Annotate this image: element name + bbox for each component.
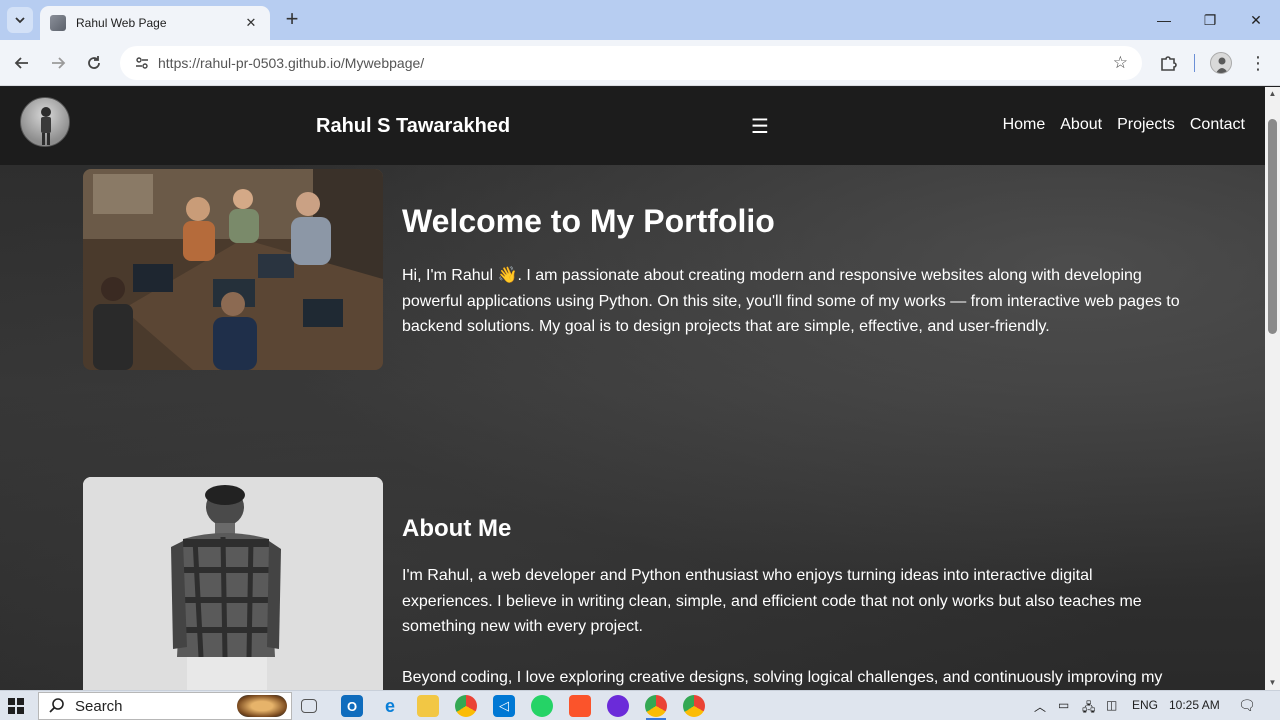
chevron-down-icon	[15, 17, 25, 24]
nav-link-about[interactable]: About	[1060, 116, 1102, 134]
site-nav: Home About Projects Contact	[1003, 116, 1245, 134]
nav-link-contact[interactable]: Contact	[1190, 116, 1245, 134]
network-icon[interactable]: 🖧	[1082, 698, 1095, 719]
toolbar-divider	[1194, 54, 1195, 72]
active-tab[interactable]: Rahul Web Page ✕	[40, 6, 270, 40]
new-tab-button[interactable]: +	[280, 8, 304, 32]
reload-icon	[88, 56, 100, 69]
search-highlight-image	[237, 695, 287, 717]
browser-menu-icon[interactable]: ⋮	[1248, 52, 1268, 74]
tab-favicon-icon	[50, 15, 66, 31]
language-indicator[interactable]: ENG	[1132, 698, 1158, 712]
volume-icon[interactable]: ◫	[1106, 698, 1117, 712]
whatsapp-icon[interactable]	[531, 695, 553, 717]
url-path: /Mywebpage/	[340, 55, 425, 71]
address-bar[interactable]: https://rahul-pr-0503.github.io/Mywebpag…	[120, 46, 1142, 80]
hamburger-menu-icon[interactable]: ☰	[751, 114, 769, 139]
brave-icon[interactable]	[569, 695, 591, 717]
site-header: Rahul S Tawarakhed ☰ Home About Projects…	[0, 87, 1265, 165]
task-view-icon[interactable]	[301, 699, 317, 713]
restore-button[interactable]: ❐	[1187, 0, 1233, 40]
browser-tab-strip: Rahul Web Page ✕ + — ❐ ✕	[0, 0, 1280, 40]
chrome-profile-icon[interactable]	[645, 695, 667, 717]
site-info-icon[interactable]	[132, 53, 152, 73]
scrollbar-thumb[interactable]	[1268, 119, 1277, 334]
windows-taskbar: Search O e ◁ ︿ ▭ 🖧 ◫ ENG 10:25 AM 🗨	[0, 690, 1280, 720]
hero-text: Hi, I'm Rahul 👋. I am passionate about c…	[402, 267, 1180, 336]
chrome-second-icon[interactable]	[683, 695, 705, 717]
tab-title: Rahul Web Page	[76, 16, 167, 30]
page-viewport: Rahul S Tawarakhed ☰ Home About Projects…	[0, 87, 1265, 690]
profile-avatar-icon[interactable]	[1210, 52, 1232, 74]
file-explorer-icon[interactable]	[417, 695, 439, 717]
forward-button[interactable]	[44, 49, 72, 77]
browser-toolbar: https://rahul-pr-0503.github.io/Mywebpag…	[0, 40, 1280, 86]
nav-link-home[interactable]: Home	[1003, 116, 1046, 134]
scroll-up-icon[interactable]: ▲	[1268, 89, 1277, 99]
windows-start-icon[interactable]	[8, 698, 24, 714]
page-scrollbar[interactable]: ▲ ▼	[1265, 87, 1280, 690]
arrow-left-icon	[14, 57, 28, 69]
github-desktop-icon[interactable]	[607, 695, 629, 717]
url-text: https://rahul-pr-0503.github.io/Mywebpag…	[158, 55, 424, 71]
edge-icon[interactable]: e	[379, 695, 401, 717]
about-paragraph-1: I'm Rahul, a web developer and Python en…	[402, 567, 1142, 636]
nav-link-projects[interactable]: Projects	[1117, 116, 1175, 134]
tab-search-button[interactable]	[7, 7, 33, 33]
taskbar-search-label: Search	[75, 697, 123, 715]
extensions-icon[interactable]	[1158, 52, 1180, 74]
minimize-button[interactable]: —	[1141, 0, 1187, 40]
hero-title: Welcome to My Portfolio	[402, 203, 775, 239]
chrome-icon[interactable]	[455, 695, 477, 717]
about-paragraph-2: Beyond coding, I love exploring creative…	[402, 669, 1163, 686]
hero-image	[83, 169, 383, 370]
tray-overflow-icon[interactable]: ︿	[1034, 698, 1046, 715]
back-button[interactable]	[8, 49, 36, 77]
url-host: https://rahul-pr-0503.github.io	[158, 55, 341, 71]
arrow-right-icon	[52, 57, 66, 69]
battery-icon[interactable]: ▭	[1058, 698, 1069, 712]
about-image	[83, 477, 383, 690]
tab-close-icon[interactable]: ✕	[242, 15, 260, 31]
site-name: Rahul S Tawarakhed	[316, 115, 511, 137]
vscode-icon[interactable]: ◁	[493, 695, 515, 717]
about-title: About Me	[402, 515, 512, 542]
notification-icon[interactable]: 🗨	[1238, 697, 1256, 714]
reload-button[interactable]	[80, 49, 108, 77]
taskbar-search[interactable]: Search	[38, 692, 292, 720]
search-icon	[49, 698, 64, 713]
clock[interactable]: 10:25 AM	[1169, 698, 1220, 712]
bookmark-star-icon[interactable]: ☆	[1113, 53, 1128, 73]
outlook-icon[interactable]: O	[341, 695, 363, 717]
profile-logo[interactable]	[20, 97, 70, 147]
close-window-button[interactable]: ✕	[1233, 0, 1279, 40]
scroll-down-icon[interactable]: ▼	[1268, 678, 1277, 688]
